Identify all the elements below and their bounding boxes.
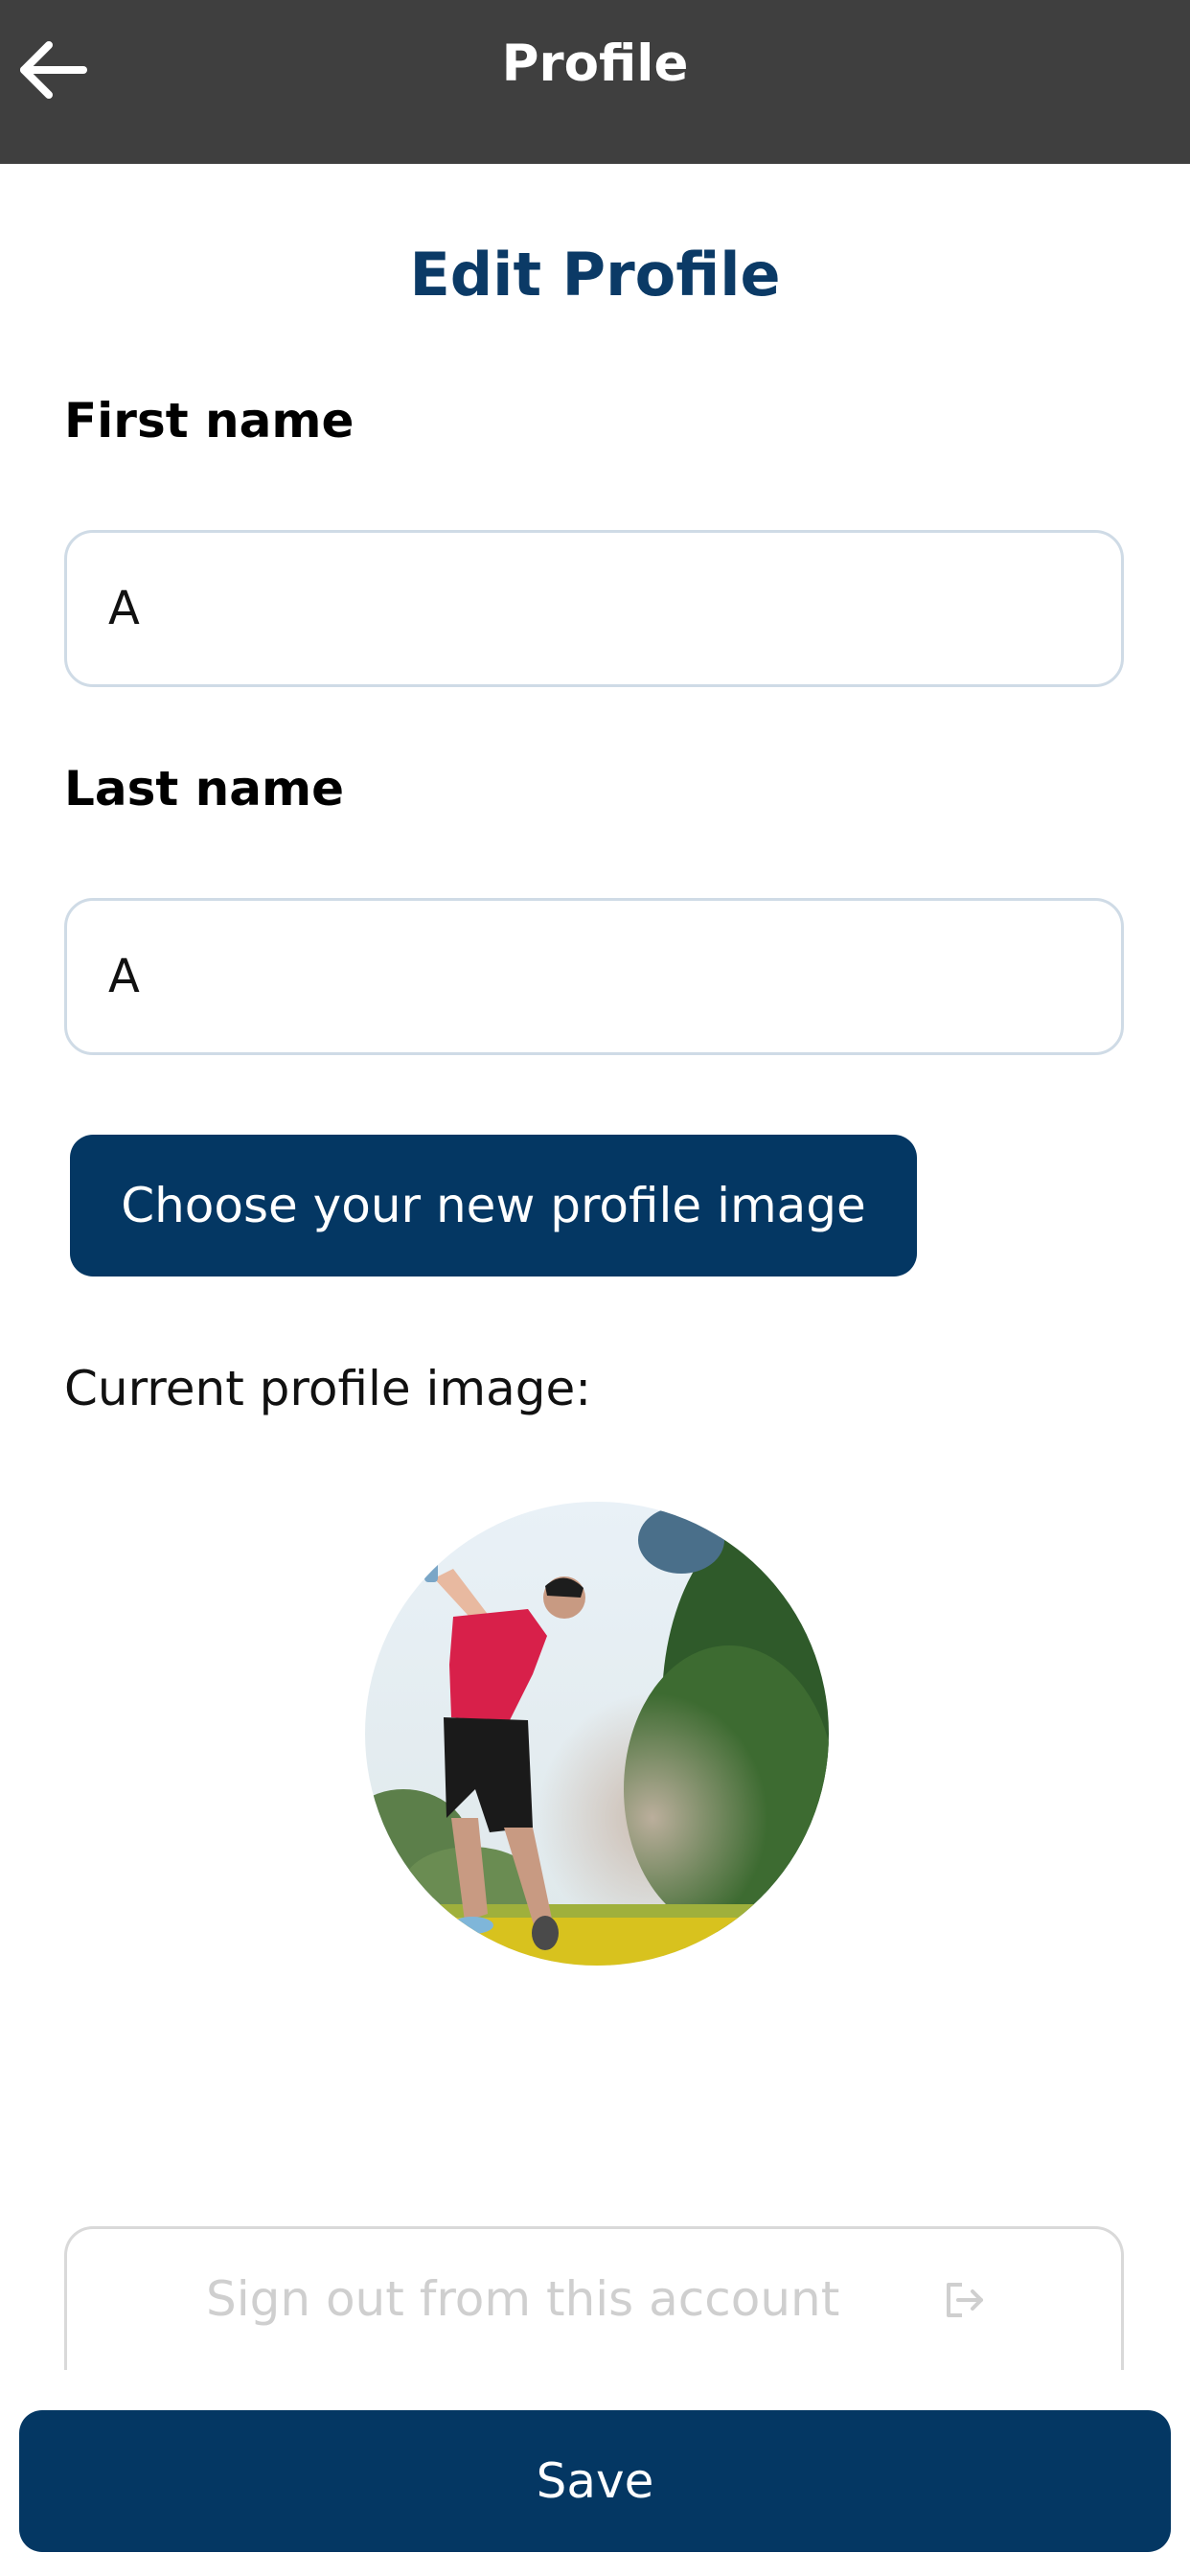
first-name-field[interactable]: A	[64, 530, 1124, 687]
last-name-field[interactable]: A	[64, 898, 1124, 1055]
app-bar: Profile	[0, 0, 1190, 164]
current-profile-image-label: Current profile image:	[64, 1361, 592, 1416]
last-name-value: A	[108, 950, 140, 1003]
sign-out-button[interactable]: Sign out from this account	[64, 2226, 1124, 2370]
last-name-label: Last name	[64, 761, 345, 816]
logout-icon	[947, 2283, 983, 2317]
first-name-label: First name	[64, 393, 355, 448]
first-name-value: A	[108, 582, 140, 635]
profile-image	[365, 1502, 829, 1966]
app-bar-title: Profile	[501, 34, 689, 93]
sign-out-label: Sign out from this account	[206, 2271, 840, 2327]
save-button[interactable]: Save	[19, 2410, 1171, 2552]
page-title: Edit Profile	[409, 240, 781, 310]
choose-profile-image-button[interactable]: Choose your new profile image	[70, 1135, 917, 1276]
